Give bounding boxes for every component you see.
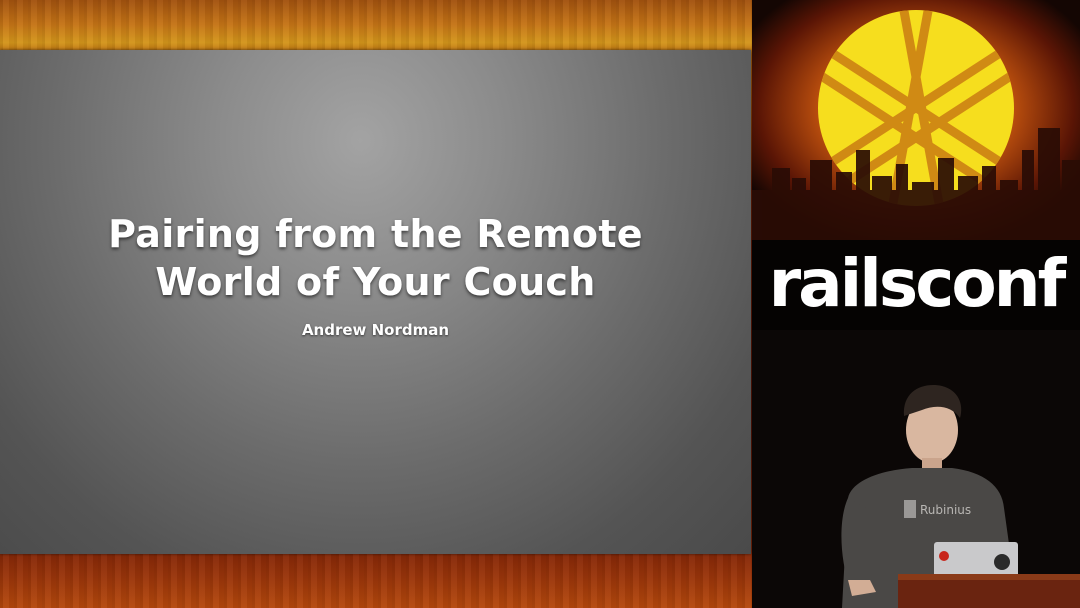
slide-title-line-1: Pairing from the Remote [108,212,643,256]
slide-title: Pairing from the Remote World of Your Co… [0,210,751,306]
railsconf-logo-icon [752,0,1080,240]
presentation-slide: Pairing from the Remote World of Your Co… [0,50,751,554]
video-frame: Pairing from the Remote World of Your Co… [0,0,1080,608]
railsconf-wordmark: railsconf [768,245,1067,322]
slide-author: Andrew Nordman [301,321,450,339]
speaker-video: Rubinius [752,330,1080,608]
conference-sidebar: railsconf Rubinius [752,0,1080,608]
slide-title-line-2: World of Your Couch [155,260,596,304]
shirt-text: Rubinius [920,503,971,517]
